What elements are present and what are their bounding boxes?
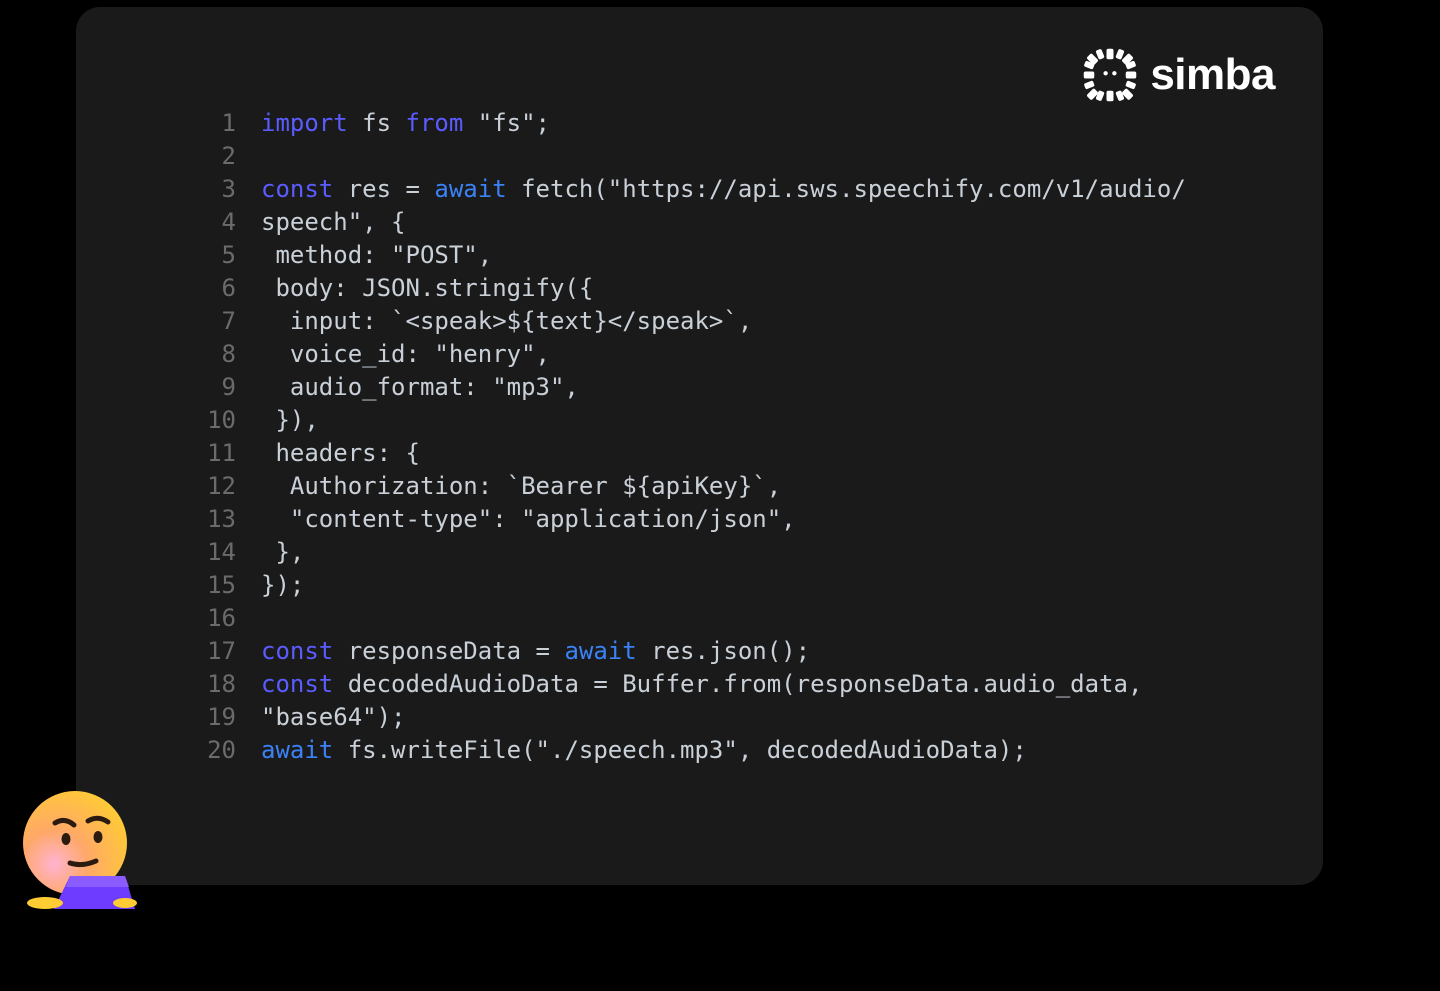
- code-content: voice_id: "henry",: [261, 338, 1203, 371]
- code-line: 18const decodedAudioData = Buffer.from(r…: [206, 668, 1203, 701]
- code-content: [261, 602, 1203, 635]
- code-line: 20await fs.writeFile("./speech.mp3", dec…: [206, 734, 1203, 767]
- line-number: 7: [206, 305, 261, 338]
- line-number: 4: [206, 206, 261, 239]
- line-number: 13: [206, 503, 261, 536]
- code-line: 13 "content-type": "application/json",: [206, 503, 1203, 536]
- line-number: 12: [206, 470, 261, 503]
- code-content: const decodedAudioData = Buffer.from(res…: [261, 668, 1203, 701]
- line-number: 1: [206, 107, 261, 140]
- code-line: 16: [206, 602, 1203, 635]
- code-content: "base64");: [261, 701, 1203, 734]
- line-number: 10: [206, 404, 261, 437]
- code-editor: 1import fs from "fs";23const res = await…: [206, 107, 1203, 767]
- code-content: input: `<speak>${text}</speak>`,: [261, 305, 1203, 338]
- code-line: 8 voice_id: "henry",: [206, 338, 1203, 371]
- code-line: 2: [206, 140, 1203, 173]
- line-number: 3: [206, 173, 261, 206]
- line-number: 8: [206, 338, 261, 371]
- code-content: method: "POST",: [261, 239, 1203, 272]
- gear-icon: [1082, 47, 1138, 103]
- code-content: [261, 140, 1203, 173]
- line-number: 17: [206, 635, 261, 668]
- code-content: const res = await fetch("https://api.sws…: [261, 173, 1203, 206]
- code-line: 17const responseData = await res.json();: [206, 635, 1203, 668]
- code-content: },: [261, 536, 1203, 569]
- code-line: 1import fs from "fs";: [206, 107, 1203, 140]
- code-content: audio_format: "mp3",: [261, 371, 1203, 404]
- code-line: 11 headers: {: [206, 437, 1203, 470]
- code-line: 6 body: JSON.stringify({: [206, 272, 1203, 305]
- code-line: 12 Authorization: `Bearer ${apiKey}`,: [206, 470, 1203, 503]
- code-line: 19"base64");: [206, 701, 1203, 734]
- brand-name: simba: [1150, 50, 1275, 100]
- line-number: 6: [206, 272, 261, 305]
- line-number: 14: [206, 536, 261, 569]
- code-content: }),: [261, 404, 1203, 437]
- emoji-mascot-icon: [10, 781, 150, 921]
- code-content: speech", {: [261, 206, 1203, 239]
- code-line: 9 audio_format: "mp3",: [206, 371, 1203, 404]
- line-number: 15: [206, 569, 261, 602]
- line-number: 18: [206, 668, 261, 701]
- code-line: 15});: [206, 569, 1203, 602]
- code-content: Authorization: `Bearer ${apiKey}`,: [261, 470, 1203, 503]
- code-line: 10 }),: [206, 404, 1203, 437]
- code-content: body: JSON.stringify({: [261, 272, 1203, 305]
- line-number: 11: [206, 437, 261, 470]
- code-panel: simba 1import fs from "fs";23const res =…: [76, 7, 1323, 885]
- code-content: headers: {: [261, 437, 1203, 470]
- line-number: 16: [206, 602, 261, 635]
- code-content: const responseData = await res.json();: [261, 635, 1203, 668]
- code-content: await fs.writeFile("./speech.mp3", decod…: [261, 734, 1203, 767]
- code-content: "content-type": "application/json",: [261, 503, 1203, 536]
- code-line: 4speech", {: [206, 206, 1203, 239]
- line-number: 9: [206, 371, 261, 404]
- code-content: });: [261, 569, 1203, 602]
- brand-logo: simba: [1082, 47, 1275, 103]
- line-number: 19: [206, 701, 261, 734]
- code-line: 7 input: `<speak>${text}</speak>`,: [206, 305, 1203, 338]
- line-number: 20: [206, 734, 261, 767]
- code-line: 14 },: [206, 536, 1203, 569]
- line-number: 5: [206, 239, 261, 272]
- code-content: import fs from "fs";: [261, 107, 1203, 140]
- code-line: 3const res = await fetch("https://api.sw…: [206, 173, 1203, 206]
- line-number: 2: [206, 140, 261, 173]
- code-line: 5 method: "POST",: [206, 239, 1203, 272]
